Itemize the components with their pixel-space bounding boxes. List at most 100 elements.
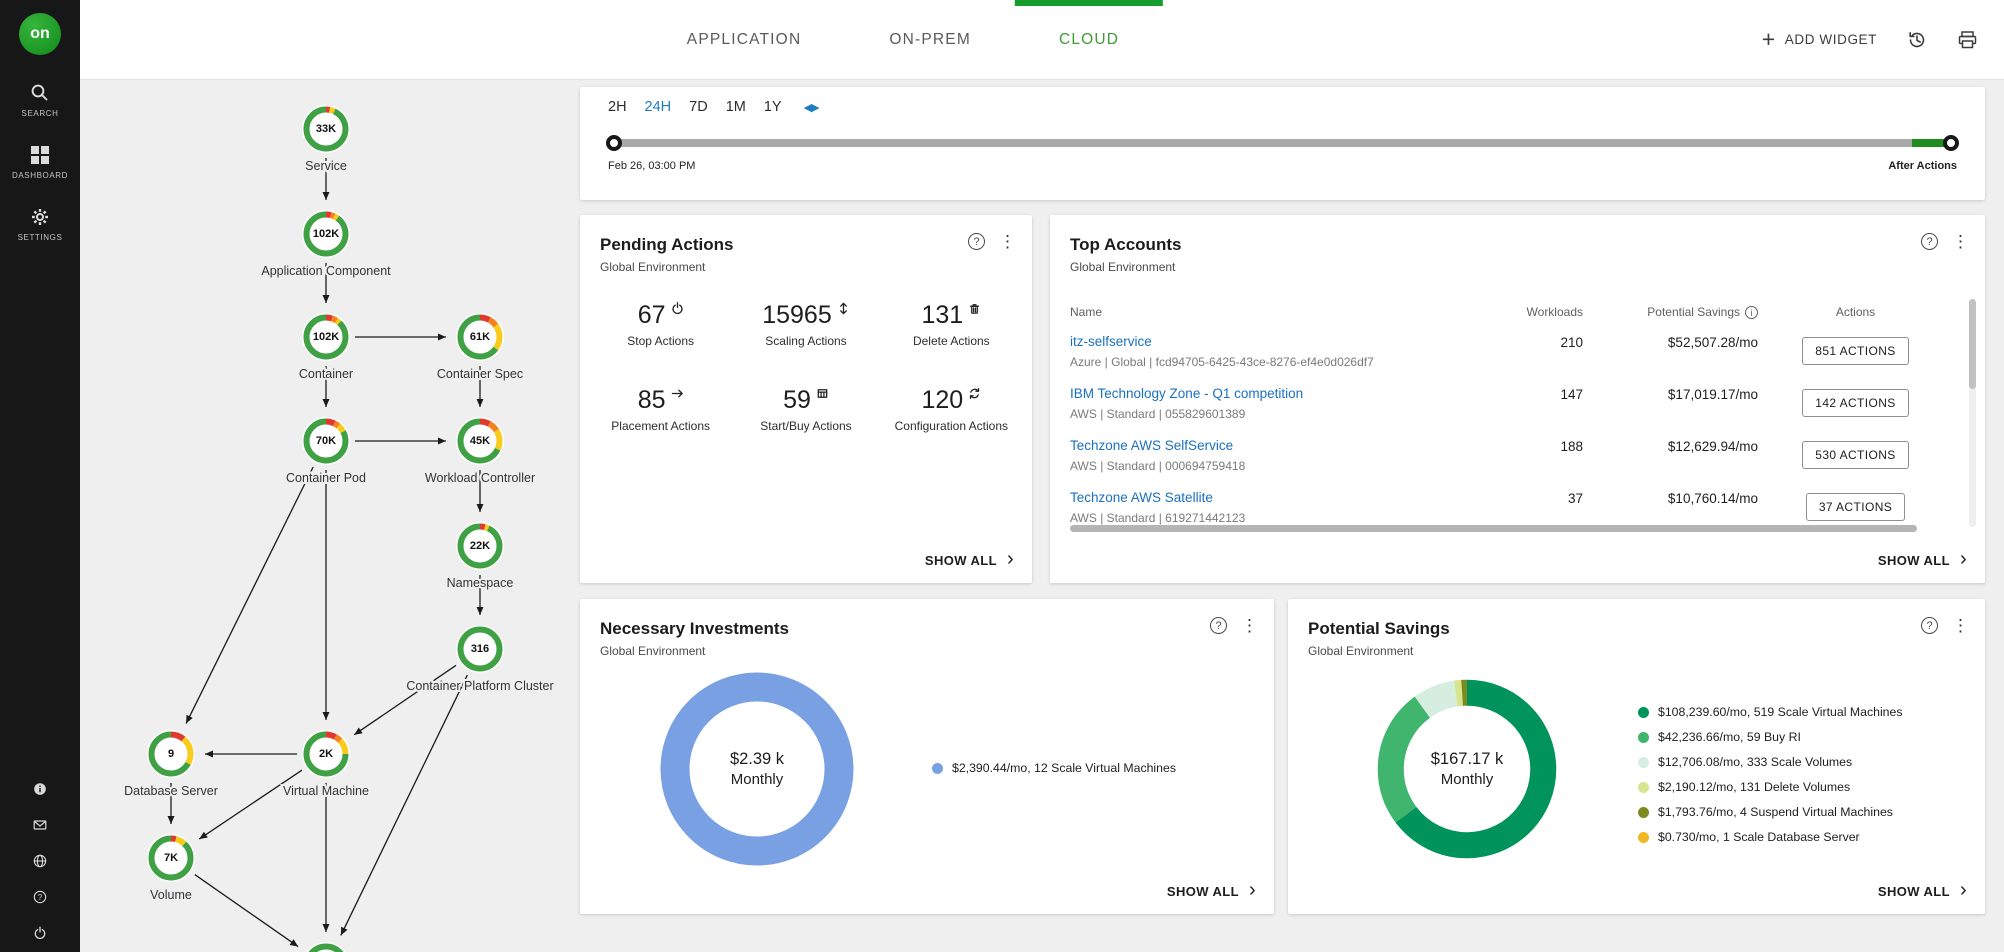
supply-chain-node-database_server[interactable]: 9Database Server <box>124 730 218 798</box>
stat-placement-actions[interactable]: 85 Placement Actions <box>588 386 733 433</box>
account-link[interactable]: Techzone AWS Satellite <box>1070 490 1213 505</box>
time-slider-track[interactable] <box>608 139 1957 147</box>
widget-subtitle: Global Environment <box>1308 644 1965 658</box>
arrow-right-icon <box>671 387 684 400</box>
widget-title: Necessary Investments <box>600 619 1254 639</box>
svg-text:Database Server: Database Server <box>124 784 218 798</box>
svg-text:Application Component: Application Component <box>261 264 391 278</box>
investments-donut-chart: $2.39 k Monthly <box>657 669 857 869</box>
pending-actions-grid: 67 Stop Actions 15965 Scaling Actions 13… <box>588 301 1024 433</box>
stat-configuration-actions[interactable]: 120 Configuration Actions <box>879 386 1024 433</box>
help-icon[interactable]: ? <box>33 890 47 904</box>
svg-text:Namespace: Namespace <box>447 576 514 590</box>
show-all-button[interactable]: SHOW ALL › <box>925 552 1014 569</box>
widget-header: Potential Savings Global Environment ? ⋮ <box>1288 599 1985 658</box>
more-options-icon[interactable]: ⋮ <box>1241 617 1258 634</box>
legend-item: $12,706.08/mo, 333 Scale Volumes <box>1638 755 1903 769</box>
topbar-actions: + ADD WIDGET <box>1762 0 1978 79</box>
account-link[interactable]: Techzone AWS SelfService <box>1070 438 1233 453</box>
supply-chain-node-virtual_machine[interactable]: 2KVirtual Machine <box>283 730 369 798</box>
power-icon[interactable] <box>33 926 47 940</box>
globe-icon[interactable] <box>33 854 47 868</box>
history-icon[interactable] <box>1907 30 1927 50</box>
help-icon[interactable]: ? <box>1921 617 1938 634</box>
timeline-start-label: Feb 26, 03:00 PM <box>608 160 695 172</box>
supply-chain-node-workload_controller[interactable]: 45KWorkload Controller <box>425 417 535 485</box>
range-2h[interactable]: 2H <box>608 99 627 115</box>
range-1y[interactable]: 1Y <box>764 99 782 115</box>
add-widget-button[interactable]: + ADD WIDGET <box>1762 28 1877 51</box>
supply-chain-node-application_component[interactable]: 102K Application Component <box>261 210 391 278</box>
supply-chain-node-bottom_node[interactable] <box>302 942 350 952</box>
mail-icon[interactable] <box>33 818 47 832</box>
account-detail: AWS | Standard | 055829601389 <box>1070 407 1473 421</box>
widget-subtitle: Global Environment <box>600 260 1012 274</box>
stat-start-buy-actions[interactable]: 59 Start/Buy Actions <box>733 386 878 433</box>
legend-item: $42,236.66/mo, 59 Buy RI <box>1638 730 1903 744</box>
vertical-scrollbar-thumb[interactable] <box>1969 299 1976 389</box>
account-link[interactable]: IBM Technology Zone - Q1 competition <box>1070 386 1303 401</box>
supply-chain-node-namespace[interactable]: 22KNamespace <box>447 522 514 590</box>
actions-button[interactable]: 530 ACTIONS <box>1802 441 1908 469</box>
stat-stop-actions[interactable]: 67 Stop Actions <box>588 301 733 348</box>
actions-button[interactable]: 37 ACTIONS <box>1806 493 1905 521</box>
more-options-icon[interactable]: ⋮ <box>999 233 1016 250</box>
show-all-button[interactable]: SHOW ALL › <box>1878 883 1967 900</box>
playback-icon[interactable]: ◀▶ <box>804 101 819 114</box>
necessary-investments-widget: Necessary Investments Global Environment… <box>580 599 1274 914</box>
legend-dot <box>1638 707 1649 718</box>
svg-text:?: ? <box>38 893 43 902</box>
supply-chain-node-container_platform_cluster[interactable]: 316Container Platform Cluster <box>406 625 553 693</box>
app-logo[interactable]: on <box>19 13 61 55</box>
help-icon[interactable]: ? <box>1210 617 1227 634</box>
info-icon[interactable] <box>33 782 47 796</box>
search-icon <box>30 83 49 102</box>
savings-value: $52,507.28/mo <box>1583 333 1758 350</box>
supply-chain-node-volume[interactable]: 7KVolume <box>147 834 195 902</box>
stat-scaling-actions[interactable]: 15965 Scaling Actions <box>733 301 878 348</box>
legend-item: $2,390.44/mo, 12 Scale Virtual Machines <box>932 761 1176 775</box>
print-icon[interactable] <box>1957 30 1978 50</box>
account-detail: Azure | Global | fcd94705-6425-43ce-8276… <box>1070 355 1473 369</box>
more-options-icon[interactable]: ⋮ <box>1952 233 1969 250</box>
range-24h[interactable]: 24H <box>645 99 672 115</box>
legend-item: $2,190.12/mo, 131 Delete Volumes <box>1638 780 1903 794</box>
horizontal-scrollbar[interactable] <box>1070 525 1943 532</box>
supply-chain-graph: 33KService 102K Application Component 102KC… <box>80 80 585 952</box>
sidebar-item-search[interactable]: SEARCH <box>22 83 59 118</box>
help-icon[interactable]: ? <box>1921 233 1938 250</box>
range-1m[interactable]: 1M <box>726 99 746 115</box>
supply-chain-node-container[interactable]: 102KContainer <box>299 313 353 381</box>
help-icon[interactable]: ? <box>968 233 985 250</box>
actions-button[interactable]: 851 ACTIONS <box>1802 337 1908 365</box>
account-link[interactable]: itz-selfservice <box>1070 334 1152 349</box>
slider-handle-end[interactable] <box>1943 135 1959 151</box>
donut-center-label: $167.17 k Monthly <box>1374 676 1560 862</box>
sidebar-item-dashboard[interactable]: DASHBOARD <box>12 146 68 180</box>
show-all-button[interactable]: SHOW ALL › <box>1167 883 1256 900</box>
workloads-value: 37 <box>1473 489 1583 506</box>
supply-chain-node-service[interactable]: 33KService <box>302 105 350 173</box>
slider-handle-start[interactable] <box>606 135 622 151</box>
vertical-scrollbar[interactable] <box>1969 299 1976 527</box>
horizontal-scrollbar-thumb[interactable] <box>1070 525 1917 532</box>
trash-icon <box>968 302 981 315</box>
sidebar-item-settings[interactable]: SETTINGS <box>18 208 63 242</box>
range-7d[interactable]: 7D <box>689 99 708 115</box>
tab-on-prem[interactable]: ON-PREM <box>845 0 1015 79</box>
tab-cloud[interactable]: CLOUD <box>1015 0 1163 79</box>
supply-chain-node-container_pod[interactable]: 70KContainer Pod <box>286 417 366 485</box>
plus-icon: + <box>1762 28 1776 51</box>
info-icon[interactable]: i <box>1745 306 1758 319</box>
actions-button[interactable]: 142 ACTIONS <box>1802 389 1908 417</box>
stat-delete-actions[interactable]: 131 Delete Actions <box>879 301 1024 348</box>
show-all-button[interactable]: SHOW ALL › <box>1878 552 1967 569</box>
sidebar-bottom-icons: ? <box>0 782 80 940</box>
svg-text:Container Pod: Container Pod <box>286 471 366 485</box>
svg-text:102K: 102K <box>313 228 339 240</box>
workloads-value: 210 <box>1473 333 1583 350</box>
supply-chain-node-container_spec[interactable]: 61KContainer Spec <box>437 313 523 381</box>
workloads-value: 147 <box>1473 385 1583 402</box>
tab-application[interactable]: APPLICATION <box>643 0 846 79</box>
more-options-icon[interactable]: ⋮ <box>1952 617 1969 634</box>
